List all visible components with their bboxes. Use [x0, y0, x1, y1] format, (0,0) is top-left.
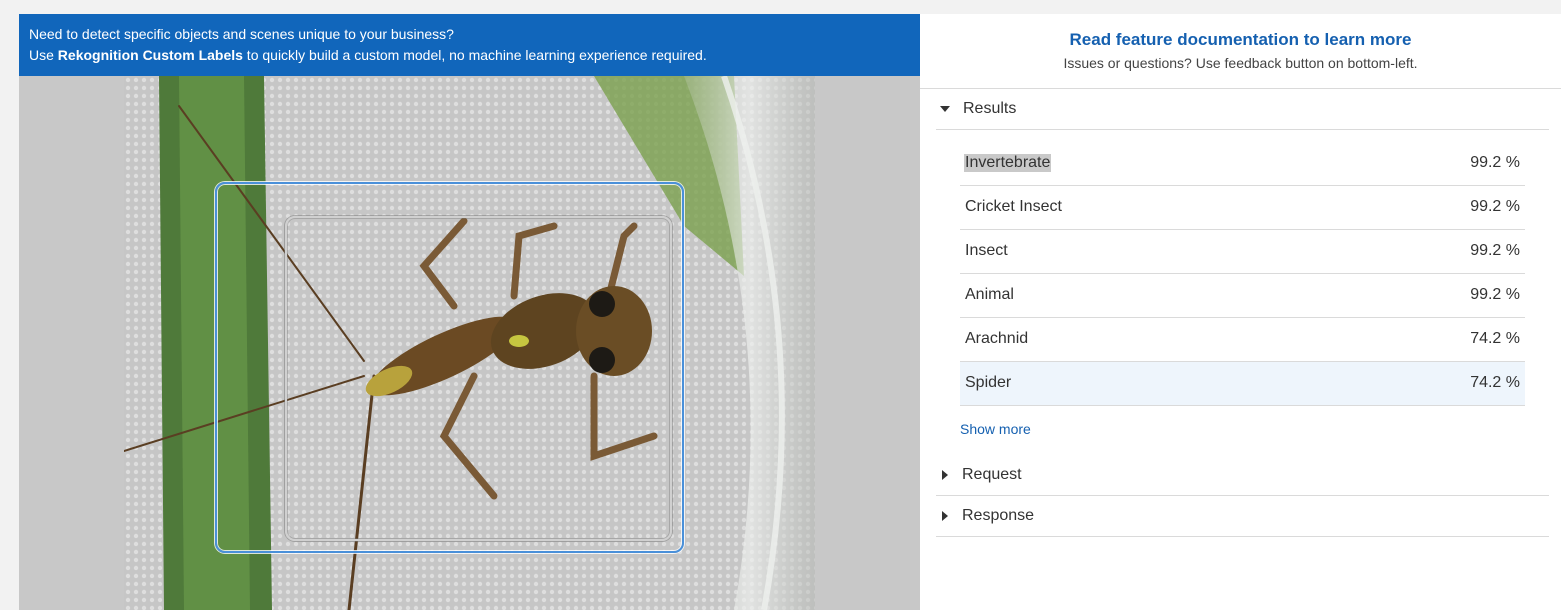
divider [936, 129, 1549, 130]
result-row[interactable]: Spider 74.2 % [960, 362, 1525, 406]
response-section-title: Response [962, 507, 1035, 524]
banner-line-2: Use Rekognition Custom Labels to quickly… [29, 47, 707, 63]
result-confidence: 74.2 % [1470, 374, 1520, 391]
result-row[interactable]: Animal 99.2 % [960, 274, 1525, 318]
result-label: Animal [965, 286, 1014, 303]
feedback-note: Issues or questions? Use feedback button… [1063, 55, 1418, 71]
image-panel: Need to detect specific objects and scen… [19, 14, 920, 610]
request-section-toggle[interactable]: Request [936, 466, 1022, 484]
caret-right-icon [942, 470, 948, 480]
result-label: Invertebrate [964, 154, 1052, 172]
result-label: Spider [965, 374, 1012, 391]
banner-line-1: Need to detect specific objects and scen… [29, 26, 454, 42]
response-section-toggle[interactable]: Response [936, 507, 1034, 525]
result-row[interactable]: Arachnid 74.2 % [960, 318, 1525, 362]
result-confidence: 99.2 % [1470, 198, 1520, 215]
caret-right-icon [942, 511, 948, 521]
result-confidence: 99.2 % [1470, 286, 1520, 303]
custom-labels-link[interactable]: Rekognition Custom Labels [58, 47, 243, 63]
analyzed-image [124, 76, 815, 610]
custom-labels-banner: Need to detect specific objects and scen… [19, 14, 920, 76]
divider [920, 88, 1561, 89]
result-label: Cricket Insect [965, 198, 1062, 215]
banner-suffix: to quickly build a custom model, no mach… [242, 47, 707, 63]
result-label: Insect [965, 242, 1008, 259]
results-section-toggle[interactable]: Results [936, 100, 1016, 118]
divider [936, 536, 1549, 537]
banner-prefix: Use [29, 47, 58, 63]
caret-down-icon [940, 106, 950, 112]
feature-documentation-link[interactable]: Read feature documentation to learn more [920, 30, 1561, 50]
result-confidence: 74.2 % [1470, 330, 1520, 347]
result-label: Arachnid [965, 330, 1029, 347]
bounding-box-secondary[interactable] [285, 216, 672, 541]
results-list: Invertebrate 99.2 % Cricket Insect 99.2 … [960, 142, 1525, 406]
divider [936, 495, 1549, 496]
result-row[interactable]: Invertebrate 99.2 % [960, 142, 1525, 186]
show-more-link[interactable]: Show more [960, 421, 1031, 437]
request-section-title: Request [962, 466, 1022, 483]
result-confidence: 99.2 % [1470, 242, 1520, 259]
results-section-title: Results [963, 100, 1017, 117]
result-row[interactable]: Insect 99.2 % [960, 230, 1525, 274]
result-row[interactable]: Cricket Insect 99.2 % [960, 186, 1525, 230]
result-confidence: 99.2 % [1470, 154, 1520, 171]
results-panel: Read feature documentation to learn more… [920, 14, 1561, 610]
